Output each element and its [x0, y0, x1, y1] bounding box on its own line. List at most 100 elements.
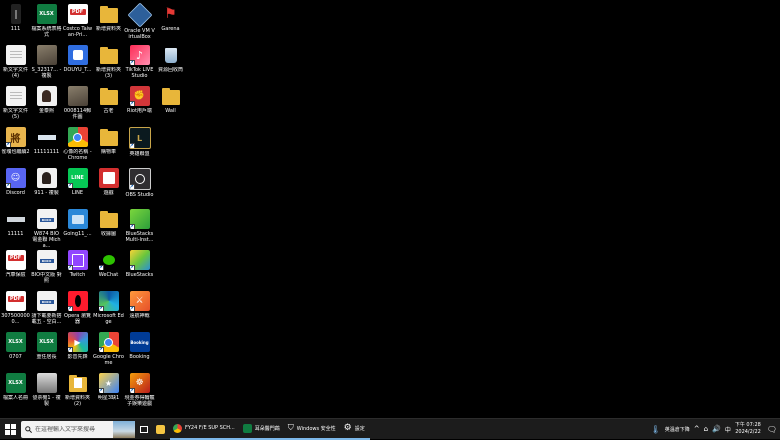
desktop-icon-line[interactable]: LINE ↗ LINE: [62, 168, 93, 196]
file-explorer-icon: [156, 424, 165, 434]
desktop-icon-booking[interactable]: Booking Booking: [124, 332, 155, 360]
pdf-icon: [5, 250, 26, 270]
taskbar-search-box[interactable]: [21, 420, 135, 438]
desktop-icon-discord[interactable]: ☺ ↗ Discord: [0, 168, 31, 196]
game-icon: ☸ ↗: [129, 373, 150, 393]
booking-icon: Booking: [129, 332, 150, 352]
desktop-icon-invoice-printer-copy[interactable]: 發票機1 - 複製: [31, 373, 62, 407]
desktop-icon-chrome-profile[interactable]: 心像的名稱 - Chrome: [62, 127, 93, 161]
twitch-icon: ↗: [67, 250, 88, 270]
search-input[interactable]: [32, 425, 121, 433]
folder-icon: [99, 45, 119, 65]
desktop-icon-bluestacks-multi-instance[interactable]: ↗ BlueStacks Multi-Inst...: [124, 209, 155, 243]
taskbar: FY24 F/E SUP SCH... 耳朵醫門鵡 ⛉ Windows 安全性 …: [0, 418, 780, 440]
chrome-icon: [173, 423, 182, 433]
desktop-icon-recycle-bin[interactable]: 資源回收筒: [155, 45, 186, 73]
desktop-icon-douyu[interactable]: DOUYU_T...: [62, 45, 93, 73]
desktop-icon-11111[interactable]: 11111: [0, 209, 31, 237]
desktop-icon-twitch[interactable]: ↗ Twitch: [62, 250, 93, 278]
show-hidden-icons-button[interactable]: ^: [694, 425, 700, 433]
opera-icon: ↗: [67, 291, 88, 311]
docx-icon: [36, 209, 57, 229]
desktop-icon-tiktok-live-studio[interactable]: ♪ ↗ TikTok LIVE Studio: [124, 45, 155, 79]
desktop-icon-text-file-5[interactable]: 新文字文件 (5): [0, 86, 31, 120]
virtualbox-icon: [127, 2, 152, 28]
desktop-icon-kim-tae-hee[interactable]: 金泰熙: [31, 86, 62, 114]
desktop-icon-costco-pdf[interactable]: Costco Taiwan-Pri...: [62, 4, 93, 38]
discord-icon: ☺ ↗: [5, 168, 26, 188]
desktop-icon-shopping-cart[interactable]: 購物車: [93, 127, 124, 155]
desktop-icon-receipt-folder[interactable]: 收據圖: [93, 209, 124, 237]
tray-status-text[interactable]: 英溫倉下降: [665, 426, 690, 433]
notification-icon[interactable]: 🗨: [767, 425, 777, 434]
desktop-icon-download-blank[interactable]: 請下載要新搭載五 - 空白...: [31, 291, 62, 325]
desktop-icon-s32317-copy[interactable]: S_32317... - 複製: [31, 45, 62, 79]
desktop-icon-microsoft-edge[interactable]: ↗ Microsoft Edge: [93, 291, 124, 325]
photo-file-icon: [67, 86, 88, 106]
desktop-icon-opera[interactable]: ↗ Opera 瀏覽器: [62, 291, 93, 325]
xlsx-icon: XLSX: [5, 373, 26, 393]
desktop-icon-star-mahjong[interactable]: ★ ↗ 明星3缺1: [93, 373, 124, 401]
desktop-icon-11111111[interactable]: 11111111: [31, 127, 62, 155]
task-view-button[interactable]: [135, 419, 153, 440]
desktop-icon-cash-game[interactable]: ☸ ↗ 現金券得輪寵子娛樂遊戲: [124, 373, 155, 407]
desktop-icon-bluestacks[interactable]: ↗ BlueStacks: [124, 250, 155, 278]
folder-icon: [99, 86, 119, 106]
taskbar-app-file-explorer[interactable]: [153, 419, 170, 440]
desktop-icon-wechat[interactable]: ↗ WeChat: [93, 250, 124, 278]
desktop-icon-text-file-4[interactable]: 新文字文件 (4): [0, 45, 31, 79]
desktop-icon-0008114[interactable]: 0008114郵件圖: [62, 86, 93, 120]
desktop-icon-0707[interactable]: XLSX 0707: [0, 332, 31, 360]
mahjong-game-icon: ★ ↗: [98, 373, 119, 393]
desktop-icon-new-folder-2[interactable]: 新增資料夾 (2): [62, 373, 93, 407]
taskbar-app-excel-window[interactable]: 耳朵醫門鵡: [239, 419, 285, 440]
desktop-icon-roster[interactable]: XLSX 檔案人名冊: [0, 373, 31, 401]
desktop-icon-car-insurance[interactable]: 汽車保險: [0, 250, 31, 278]
network-icon[interactable]: ⌂: [704, 425, 708, 433]
desktop-icon-garena[interactable]: ⚑ Garena: [155, 4, 186, 32]
desktop-icon-obs-studio[interactable]: ↗ OBS Studio: [124, 168, 155, 198]
desktop-icon-media-player[interactable]: ▶ ↗ 影音先鋒: [62, 332, 93, 360]
desktop-icon-virtualbox[interactable]: Oracle VM VirtualBox: [124, 2, 155, 40]
desktop-icon-game-folder[interactable]: 遊戲: [93, 168, 124, 196]
desktop-icon-w874-bio[interactable]: W874 BIO 電金聯 Micha...: [31, 209, 62, 249]
weather-icon: 🌡: [650, 424, 661, 434]
desktop-icon-league-of-legends[interactable]: L ↗ 英雄聯盟: [124, 127, 155, 157]
taskbar-app-windows-security[interactable]: ⛉ Windows 安全性: [284, 419, 341, 440]
app-window-icon: [67, 209, 88, 229]
ime-indicator[interactable]: 中: [725, 425, 731, 434]
xlsx-icon: XLSX: [36, 4, 57, 24]
obs-icon: ↗: [128, 168, 151, 190]
taskbar-app-settings[interactable]: ⚙ 設定: [340, 419, 370, 440]
tiny-app-icon: [10, 4, 21, 24]
desktop-icon-3075000000[interactable]: 3075000000...: [0, 291, 31, 325]
shield-icon: ⛉: [287, 423, 294, 432]
desktop-icon-file-system-sheet[interactable]: XLSX 檔案系統表格式: [31, 4, 62, 38]
desktop-icon-yuanhang-game[interactable]: ⚔ ↗ 遠航神戰: [124, 291, 155, 319]
taskbar-clock[interactable]: 下午 07:28 2024/2/22: [735, 422, 761, 436]
desktop-icon-111[interactable]: 111: [0, 4, 31, 32]
desktop-icon-bio-chinese[interactable]: BIO中文版 對照: [31, 250, 62, 284]
desktop-icon-mahjong-2[interactable]: 將 ↗ 雀魂也繼續2: [0, 127, 31, 155]
wechat-icon: ↗: [98, 250, 119, 270]
game-icon: ⚔ ↗: [129, 291, 150, 311]
pdf-icon: [5, 291, 26, 311]
line-icon: LINE ↗: [67, 168, 88, 188]
desktop-icon-new-folder-3[interactable]: 新增資料夾 (3): [93, 45, 124, 79]
desktop-icon-new-folder[interactable]: 新增資料夾: [93, 4, 124, 32]
desktop-icon-riot-client[interactable]: ✊ ↗ Riot用戶端: [124, 86, 155, 114]
taskbar-app-chrome-window[interactable]: FY24 F/E SUP SCH...: [170, 419, 240, 440]
recycle-bin-icon: [161, 45, 181, 65]
start-button[interactable]: [0, 419, 20, 440]
windows-logo-icon: [4, 423, 16, 435]
desktop-icon-going11[interactable]: Going11_...: [62, 209, 93, 237]
docx-icon: [36, 250, 57, 270]
desktop-icon-folder-old[interactable]: 古老: [93, 86, 124, 114]
gear-icon: ⚙: [343, 423, 352, 433]
desktop-icon-google-chrome[interactable]: ↗ Google Chrome: [93, 332, 124, 366]
desktop-icon-manager[interactable]: XLSX 重任居長: [31, 332, 62, 360]
volume-icon[interactable]: 🔊: [712, 425, 721, 433]
desktop-icon-wall[interactable]: Wall: [155, 86, 186, 114]
pdf-icon: [67, 4, 88, 24]
desktop-icon-911-copy[interactable]: 911 - 複製: [31, 168, 62, 196]
